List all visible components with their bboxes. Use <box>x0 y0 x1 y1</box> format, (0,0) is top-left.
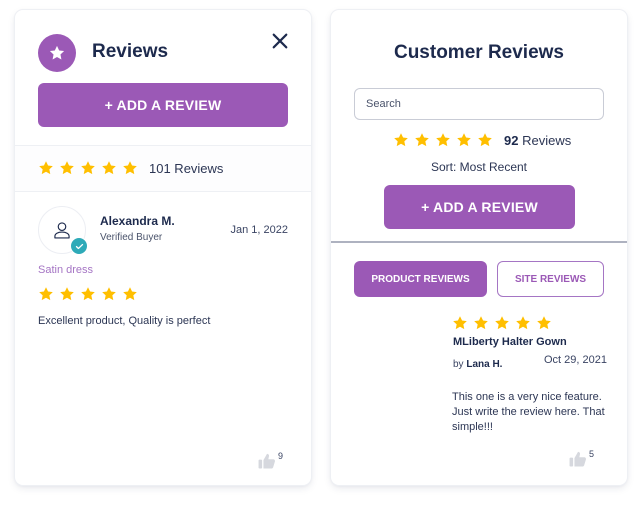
star-icon <box>414 132 430 148</box>
reviewed-product-link[interactable]: Satin dress <box>38 264 93 276</box>
search-input[interactable] <box>354 88 604 120</box>
thumbs-up-icon <box>569 451 586 467</box>
review-count: 92 Reviews <box>504 133 571 148</box>
review-text: This one is a very nice feature. Just wr… <box>452 391 605 433</box>
star-icon <box>49 45 65 60</box>
star-icon <box>536 315 552 331</box>
star-icon <box>435 132 451 148</box>
review-date: Oct 29, 2021 <box>544 354 607 366</box>
verified-buyer-label: Verified Buyer <box>100 232 163 243</box>
star-icon <box>473 315 489 331</box>
rating-summary: 101 Reviews <box>15 145 311 192</box>
thumbs-up-icon <box>258 453 275 469</box>
reviews-widget-compact: Reviews + ADD A REVIEW 101 Reviews Alexa… <box>15 10 311 485</box>
tab-product-reviews[interactable]: PRODUCT REVIEWS <box>354 261 487 297</box>
like-count: 5 <box>589 449 595 459</box>
star-icon <box>80 160 96 176</box>
like-button[interactable]: 9 <box>258 451 284 469</box>
star-icon <box>456 132 472 148</box>
star-icon <box>122 286 138 302</box>
reviewer-name: Lana H. <box>466 359 503 370</box>
like-count: 9 <box>278 451 284 461</box>
review-text: Excellent product, Quality is perfect <box>38 315 211 327</box>
review-author: by Lana H. <box>453 359 502 370</box>
review-rating-stars <box>452 315 557 331</box>
close-icon[interactable] <box>271 32 289 50</box>
tab-site-reviews[interactable]: SITE REVIEWS <box>497 261 604 297</box>
reviewer-name: Alexandra M. <box>100 214 175 228</box>
star-icon <box>101 160 117 176</box>
star-icon <box>59 286 75 302</box>
user-icon <box>54 222 70 239</box>
widget-title: Reviews <box>92 41 169 62</box>
star-icon <box>515 315 531 331</box>
widget-title: Customer Reviews <box>393 42 564 63</box>
star-icon <box>452 315 468 331</box>
star-icon <box>38 286 54 302</box>
verified-check-icon <box>70 237 88 255</box>
star-icon <box>494 315 510 331</box>
star-icon <box>122 160 138 176</box>
reviews-badge <box>38 34 76 72</box>
review-rating-stars <box>38 286 143 302</box>
reviewed-product-name: MLiberty Halter Gown <box>453 336 567 348</box>
star-icon <box>477 132 493 148</box>
star-icon <box>80 286 96 302</box>
review-count: 101 Reviews <box>149 160 224 176</box>
add-review-button[interactable]: + ADD A REVIEW <box>38 83 288 127</box>
sort-dropdown[interactable]: Sort: Most Recent <box>331 160 627 174</box>
rating-summary: 92 Reviews <box>393 132 571 148</box>
star-icon <box>393 132 409 148</box>
star-icon <box>101 286 117 302</box>
customer-reviews-widget: Customer Reviews 92 Reviews Sort: Most R… <box>331 10 627 485</box>
add-review-button[interactable]: + ADD A REVIEW <box>384 185 575 229</box>
divider <box>331 241 627 243</box>
star-icon <box>59 160 75 176</box>
average-rating-stars: 101 Reviews <box>38 160 223 176</box>
review-count-suffix: Reviews <box>518 132 572 148</box>
review-date: Jan 1, 2022 <box>230 224 289 236</box>
star-icon <box>38 160 54 176</box>
like-button[interactable]: 5 <box>569 449 595 467</box>
review-count-number: 92 <box>504 132 519 148</box>
author-prefix: by <box>453 359 467 370</box>
